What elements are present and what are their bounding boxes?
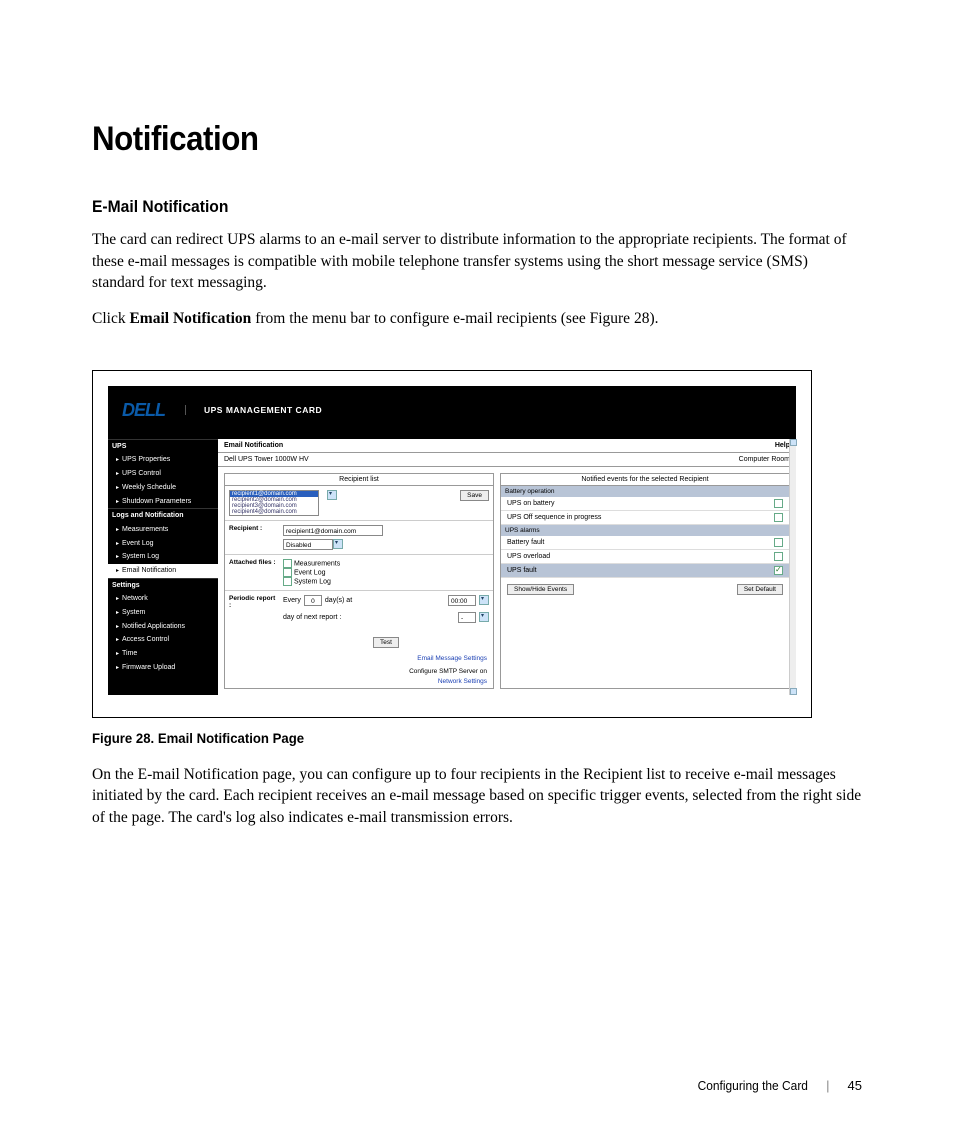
event-label: UPS fault xyxy=(507,567,537,574)
recipient-list-heading: Recipient list xyxy=(225,474,493,486)
sidebar: UPS UPS Properties UPS Control Weekly Sc… xyxy=(108,439,218,695)
email-message-settings-link[interactable]: Email Message Settings xyxy=(417,655,487,662)
next-report-label: day of next report : xyxy=(283,614,341,621)
configure-smtp-label: Configure SMTP Server on xyxy=(409,668,487,675)
list-item[interactable]: recipient4@domain.com xyxy=(230,509,318,515)
event-checkbox[interactable] xyxy=(774,499,783,508)
sidebar-item-system[interactable]: System xyxy=(108,606,218,620)
chevron-down-icon[interactable] xyxy=(327,490,337,500)
next-report-select[interactable]: - xyxy=(458,612,476,623)
sidebar-item-access-control[interactable]: Access Control xyxy=(108,633,218,647)
help-link[interactable]: Help xyxy=(775,442,790,449)
enabled-select[interactable]: Disabled xyxy=(283,539,333,550)
sidebar-item-shutdown-parameters[interactable]: Shutdown Parameters xyxy=(108,495,218,509)
recipient-panel: Recipient list recipient1@domain.com rec… xyxy=(224,473,494,689)
chevron-down-icon[interactable] xyxy=(479,595,489,605)
location-name: Computer Room xyxy=(739,456,790,463)
page-title-bar: Email Notification Help xyxy=(218,439,796,453)
sidebar-item-weekly-schedule[interactable]: Weekly Schedule xyxy=(108,481,218,495)
event-checkbox[interactable] xyxy=(774,552,783,561)
checkbox-label: Event Log xyxy=(294,569,326,576)
figure-caption: Figure 28. Email Notification Page xyxy=(92,730,816,746)
device-name: Dell UPS Tower 1000W HV xyxy=(224,456,309,463)
figure-screenshot: DELL UPS MANAGEMENT CARD UPS UPS Propert… xyxy=(92,370,812,718)
event-section-battery: Battery operation xyxy=(501,486,789,497)
bold-text: Email Notification xyxy=(129,310,251,327)
sidebar-item-firmware-upload[interactable]: Firmware Upload xyxy=(108,661,218,675)
paragraph: On the E-mail Notification page, you can… xyxy=(92,764,862,829)
save-button[interactable]: Save xyxy=(460,490,489,501)
text: Click xyxy=(92,310,129,327)
event-label: UPS on battery xyxy=(507,500,554,507)
sidebar-item-notified-applications[interactable]: Notified Applications xyxy=(108,620,218,634)
chevron-down-icon[interactable] xyxy=(479,612,489,622)
system-log-checkbox[interactable] xyxy=(283,577,292,586)
sidebar-item-email-notification[interactable]: Email Notification xyxy=(108,564,218,578)
page-title: Email Notification xyxy=(224,442,283,449)
app-header: DELL UPS MANAGEMENT CARD xyxy=(108,386,796,439)
paragraph: The card can redirect UPS alarms to an e… xyxy=(92,229,862,294)
sidebar-item-network[interactable]: Network xyxy=(108,592,218,606)
text: from the menu bar to configure e-mail re… xyxy=(251,310,658,327)
app-body: UPS UPS Properties UPS Control Weekly Sc… xyxy=(108,439,796,695)
test-button[interactable]: Test xyxy=(373,637,399,648)
days-at-label: day(s) at xyxy=(325,597,352,604)
page-footer: Configuring the Card | 45 xyxy=(688,1078,862,1093)
days-input[interactable]: 0 xyxy=(304,595,322,606)
footer-chapter: Configuring the Card xyxy=(698,1078,808,1093)
recipient-input[interactable]: recipient1@domain.com xyxy=(283,525,383,536)
page-heading: Notification xyxy=(92,120,800,159)
event-log-checkbox[interactable] xyxy=(283,568,292,577)
time-select[interactable]: 00:00 xyxy=(448,595,476,606)
sidebar-heading-logs: Logs and Notification xyxy=(108,508,218,523)
periodic-report-label: Periodic report : xyxy=(229,595,277,609)
footer-separator: | xyxy=(826,1078,829,1093)
chevron-down-icon[interactable] xyxy=(333,539,343,549)
footer-page-number: 45 xyxy=(848,1078,862,1093)
recipient-listbox[interactable]: recipient1@domain.com recipient2@domain.… xyxy=(229,490,319,516)
network-settings-link[interactable]: Network Settings xyxy=(438,678,487,685)
set-default-button[interactable]: Set Default xyxy=(737,584,783,595)
sidebar-item-ups-control[interactable]: UPS Control xyxy=(108,467,218,481)
sidebar-item-event-log[interactable]: Event Log xyxy=(108,537,218,551)
device-bar: Dell UPS Tower 1000W HV Computer Room xyxy=(218,453,796,467)
event-checkbox[interactable] xyxy=(774,513,783,522)
sidebar-heading-ups: UPS xyxy=(108,439,218,454)
app-frame: DELL UPS MANAGEMENT CARD UPS UPS Propert… xyxy=(108,386,796,695)
every-label: Every xyxy=(283,597,301,604)
dell-logo: DELL xyxy=(122,400,165,421)
sidebar-item-system-log[interactable]: System Log xyxy=(108,550,218,564)
paragraph: Click Email Notification from the menu b… xyxy=(92,308,862,330)
main-content: Email Notification Help Dell UPS Tower 1… xyxy=(218,439,796,695)
sidebar-heading-settings: Settings xyxy=(108,578,218,593)
scrollbar[interactable] xyxy=(789,439,796,695)
sidebar-item-time[interactable]: Time xyxy=(108,647,218,661)
event-label: UPS Off sequence in progress xyxy=(507,514,601,521)
event-checkbox[interactable] xyxy=(774,566,783,575)
checkbox-label: System Log xyxy=(294,578,331,585)
attached-files-label: Attached files : xyxy=(229,559,277,566)
events-heading: Notified events for the selected Recipie… xyxy=(501,474,789,486)
app-title: UPS MANAGEMENT CARD xyxy=(185,405,322,415)
sidebar-item-measurements[interactable]: Measurements xyxy=(108,523,218,537)
event-label: UPS overload xyxy=(507,553,550,560)
recipient-label: Recipient : xyxy=(229,525,277,532)
sidebar-item-ups-properties[interactable]: UPS Properties xyxy=(108,453,218,467)
section-heading: E-Mail Notification xyxy=(92,197,800,217)
show-hide-events-button[interactable]: Show/Hide Events xyxy=(507,584,574,595)
event-checkbox[interactable] xyxy=(774,538,783,547)
events-panel: Notified events for the selected Recipie… xyxy=(500,473,790,689)
event-label: Battery fault xyxy=(507,539,544,546)
measurements-checkbox[interactable] xyxy=(283,559,292,568)
checkbox-label: Measurements xyxy=(294,560,340,567)
event-section-alarms: UPS alarms xyxy=(501,525,789,536)
